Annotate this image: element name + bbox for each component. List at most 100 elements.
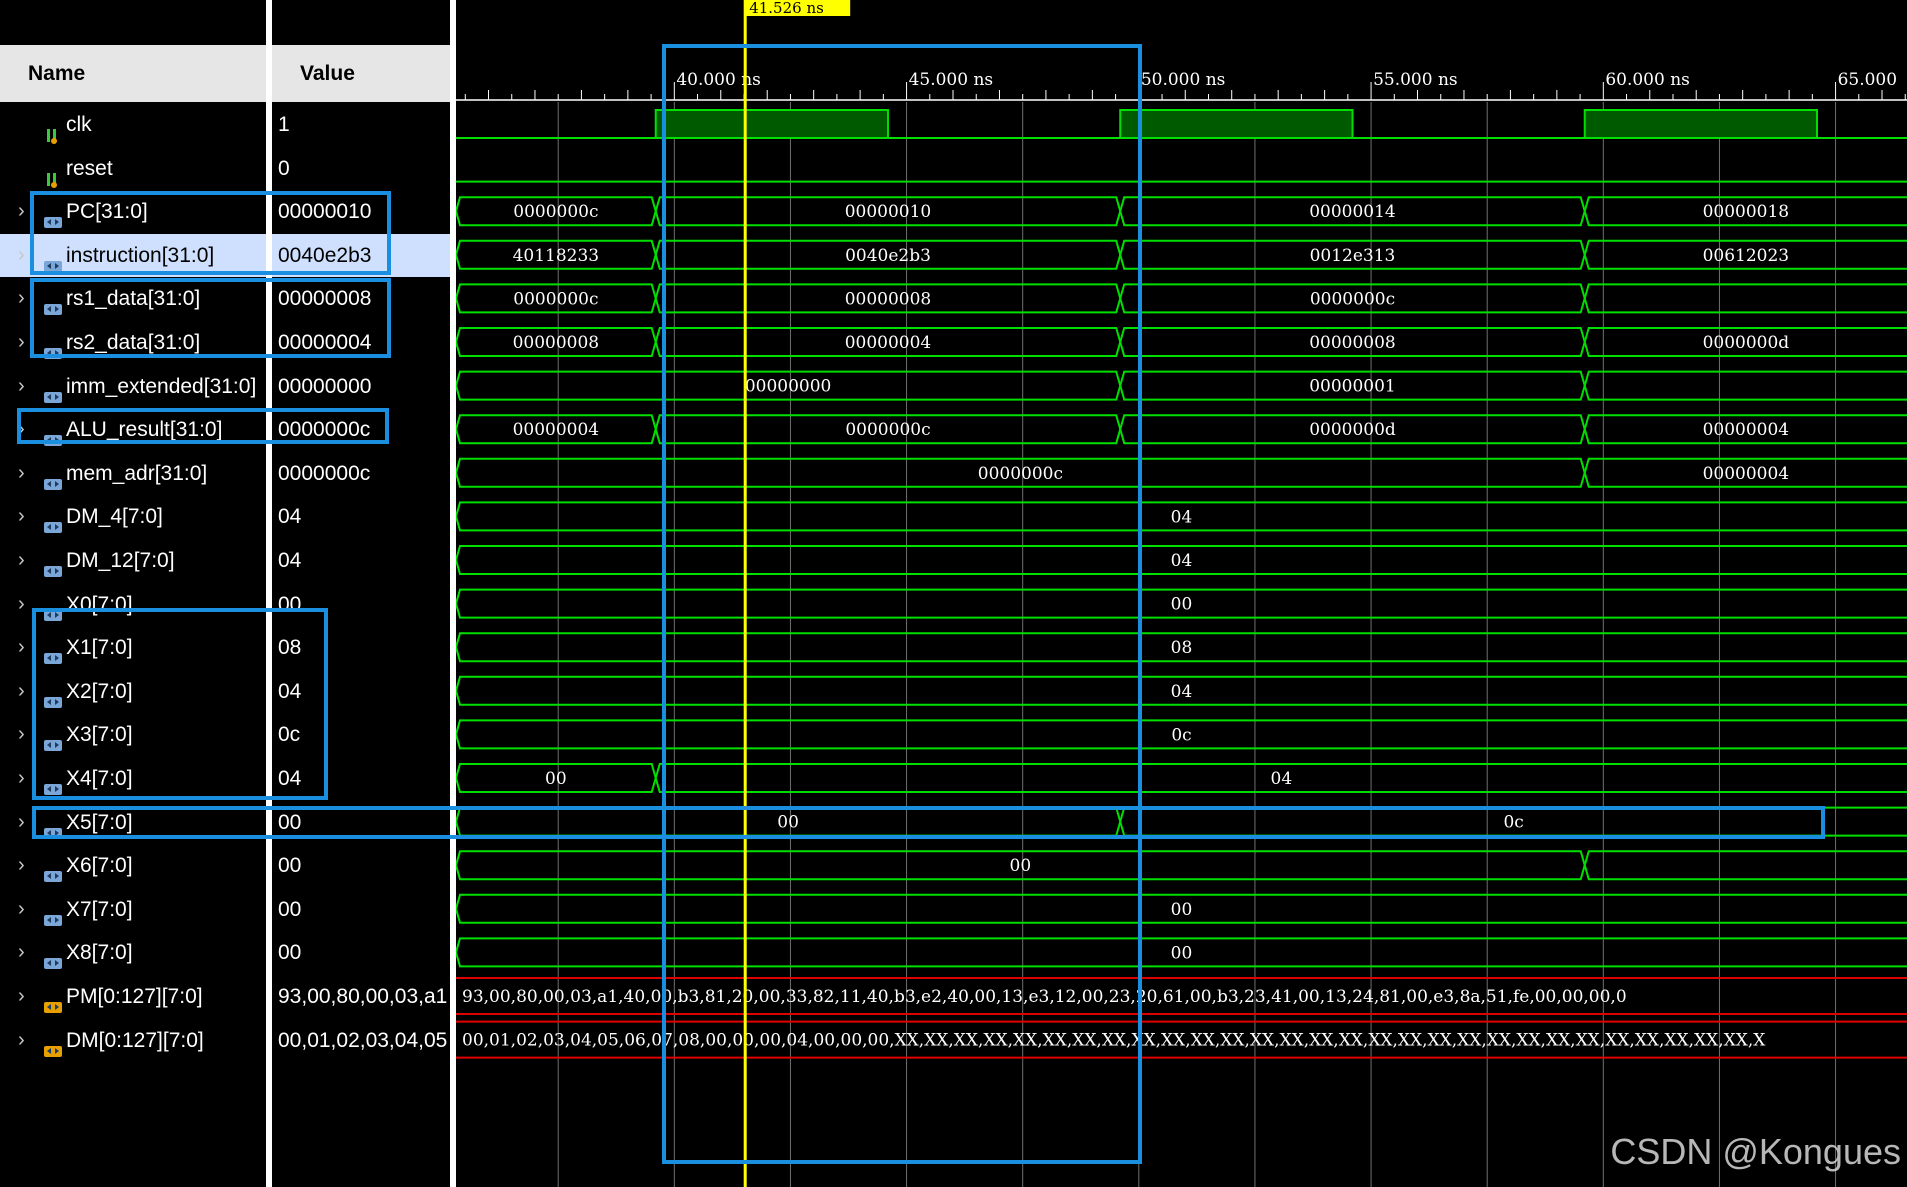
bus-signal-icon bbox=[43, 203, 63, 229]
signal-name: X2[7:0] bbox=[66, 679, 133, 703]
expand-chevron-icon[interactable]: › bbox=[18, 801, 25, 844]
signal-row-clk[interactable]: clk bbox=[0, 103, 266, 146]
signal-value: 0c bbox=[278, 723, 301, 747]
bus-value-label: 0c bbox=[1503, 813, 1523, 833]
bus-value-label: 00000018 bbox=[1703, 202, 1790, 222]
expand-chevron-icon[interactable]: › bbox=[18, 539, 25, 582]
signal-row-alu_result310[interactable]: › ALU_result[31:0] bbox=[0, 408, 266, 451]
name-column-header[interactable]: Name bbox=[0, 45, 266, 102]
signal-value: 00 bbox=[278, 941, 302, 965]
clk-high-level bbox=[655, 110, 888, 138]
expand-chevron-icon[interactable]: › bbox=[18, 888, 25, 931]
signal-row-dm_470[interactable]: › DM_4[7:0] bbox=[0, 495, 266, 538]
array-wave-text: 93,00,80,00,03,a1,40,00,b3,81,20,00,33,8… bbox=[462, 987, 1627, 1007]
expand-chevron-icon[interactable]: › bbox=[18, 757, 25, 800]
time-tick-label: 40.000 ns bbox=[676, 70, 761, 90]
value-column: Value 1 0 00000010 0040e2b3 00000008 00000004… bbox=[272, 0, 450, 1187]
bus-signal-icon bbox=[43, 683, 63, 708]
bus-value-label: 00 bbox=[777, 813, 799, 833]
expand-chevron-icon[interactable]: › bbox=[18, 583, 25, 626]
signal-row-x170[interactable]: › X1[7:0] bbox=[0, 626, 266, 669]
signal-value: 00 bbox=[278, 897, 302, 921]
signal-name: reset bbox=[66, 156, 113, 180]
expand-chevron-icon[interactable]: › bbox=[18, 713, 25, 756]
bus-value-label: 00000008 bbox=[1309, 333, 1396, 353]
expand-chevron-icon[interactable]: › bbox=[18, 975, 25, 1018]
bus-segment bbox=[1583, 850, 1907, 881]
signal-row-x570[interactable]: › X5[7:0] bbox=[0, 801, 266, 844]
signal-row-instruction310[interactable]: › instruction[31:0] bbox=[0, 233, 266, 277]
signal-row-rs2_data310[interactable]: › rs2_data[31:0] bbox=[0, 321, 266, 364]
signal-value: 00 bbox=[278, 810, 302, 834]
bus-signal-icon bbox=[43, 770, 63, 795]
signal-row-x070[interactable]: › X0[7:0] bbox=[0, 583, 266, 626]
signal-row-pc310[interactable]: › PC[31:0] bbox=[0, 190, 266, 233]
bus-value-label: 00612023 bbox=[1703, 246, 1790, 266]
signal-row-dm012770[interactable]: › DM[0:127][7:0] bbox=[0, 1019, 266, 1062]
signal-row-pm012770[interactable]: › PM[0:127][7:0] bbox=[0, 975, 266, 1018]
expand-chevron-icon[interactable]: › bbox=[18, 234, 25, 277]
signal-row-reset[interactable]: reset bbox=[0, 147, 266, 190]
value-column-header[interactable]: Value bbox=[272, 45, 450, 102]
waveform-pane[interactable]: 40.000 ns 45.000 ns 50.000 ns 55.000 ns 60.0… bbox=[456, 0, 1907, 1187]
bus-value-label: 0000000d bbox=[1309, 420, 1396, 440]
bus-signal-icon bbox=[43, 944, 63, 970]
bus-value-label: 0000000c bbox=[513, 202, 598, 222]
signal-name: X5[7:0] bbox=[66, 810, 133, 834]
expand-chevron-icon[interactable]: › bbox=[18, 408, 25, 451]
expand-chevron-icon[interactable]: › bbox=[18, 321, 25, 364]
signal-row-dm_1270[interactable]: › DM_12[7:0] bbox=[0, 539, 266, 582]
signal-name: PM[0:127][7:0] bbox=[66, 985, 203, 1008]
bus-value-label: 00000004 bbox=[1703, 464, 1790, 484]
signal-value: 00000010 bbox=[278, 200, 372, 224]
signal-value: 00000008 bbox=[278, 287, 372, 311]
array-signal-icon bbox=[43, 1032, 63, 1057]
bus-value-label: 04 bbox=[1171, 682, 1193, 702]
signal-row-x270[interactable]: › X2[7:0] bbox=[0, 670, 266, 713]
signal-row-x370[interactable]: › X3[7:0] bbox=[0, 713, 266, 756]
signal-row-rs1_data310[interactable]: › rs1_data[31:0] bbox=[0, 277, 266, 320]
bus-value-label: 00000014 bbox=[1309, 202, 1396, 222]
signal-row-x770[interactable]: › X7[7:0] bbox=[0, 888, 266, 931]
bus-signal-icon bbox=[43, 378, 63, 403]
expand-chevron-icon[interactable]: › bbox=[18, 931, 25, 974]
signal-name: ALU_result[31:0] bbox=[66, 418, 223, 442]
signal-name: X3[7:0] bbox=[66, 723, 133, 747]
signal-value: 0040e2b3 bbox=[272, 233, 450, 277]
expand-chevron-icon[interactable]: › bbox=[18, 844, 25, 887]
signal-value: 00 bbox=[278, 592, 302, 616]
bus-signal-icon bbox=[43, 290, 63, 316]
expand-chevron-icon[interactable]: › bbox=[18, 190, 25, 233]
signal-row-imm_extended310[interactable]: › imm_extended[31:0] bbox=[0, 365, 266, 408]
bus-value-label: 0000000c bbox=[1310, 289, 1395, 309]
expand-chevron-icon[interactable]: › bbox=[18, 495, 25, 538]
signal-row-x670[interactable]: › X6[7:0] bbox=[0, 844, 266, 887]
signal-value: 0000000c bbox=[278, 461, 371, 485]
bus-segment bbox=[1583, 370, 1907, 401]
bus-signal-icon bbox=[43, 552, 63, 577]
bus-value-label: 40118233 bbox=[513, 246, 600, 266]
signal-name: rs1_data[31:0] bbox=[66, 287, 201, 311]
signal-row-x870[interactable]: › X8[7:0] bbox=[0, 931, 266, 974]
array-wave-text: 00,01,02,03,04,05,06,07,08,00,00,00,04,0… bbox=[462, 1031, 1766, 1051]
array-signal-icon bbox=[43, 988, 63, 1013]
expand-chevron-icon[interactable]: › bbox=[18, 670, 25, 713]
expand-chevron-icon[interactable]: › bbox=[18, 277, 25, 320]
signal-name: X6[7:0] bbox=[66, 854, 133, 878]
signal-row-x470[interactable]: › X4[7:0] bbox=[0, 757, 266, 800]
waveform-canvas[interactable]: 40.000 ns 45.000 ns 50.000 ns 55.000 ns 60.0… bbox=[456, 0, 1907, 1187]
expand-chevron-icon[interactable]: › bbox=[18, 365, 25, 408]
signal-value: 00 bbox=[278, 854, 302, 878]
time-tick-label: 60.000 ns bbox=[1605, 70, 1690, 90]
signal-value: 04 bbox=[278, 679, 302, 703]
bus-value-label: 04 bbox=[1271, 769, 1293, 789]
signal-name: DM_4[7:0] bbox=[66, 505, 163, 529]
signal-row-mem_adr310[interactable]: › mem_adr[31:0] bbox=[0, 452, 266, 495]
expand-chevron-icon[interactable]: › bbox=[18, 1019, 25, 1062]
signal-value: 04 bbox=[278, 767, 302, 790]
signal-value: 04 bbox=[278, 549, 302, 572]
expand-chevron-icon[interactable]: › bbox=[18, 452, 25, 495]
expand-chevron-icon[interactable]: › bbox=[18, 626, 25, 669]
signal-value: 00,01,02,03,04,05 bbox=[278, 1028, 448, 1052]
signal-value: 1 bbox=[278, 113, 290, 136]
